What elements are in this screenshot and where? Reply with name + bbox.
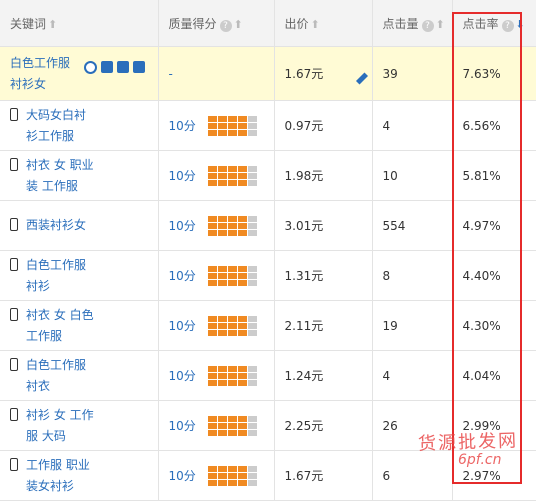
help-icon[interactable]: ?	[501, 19, 514, 32]
clicks-value: 19	[372, 300, 453, 351]
mobile-icon	[10, 307, 18, 321]
header-price[interactable]: 出价 ⬆	[274, 0, 373, 47]
keyword-link[interactable]: 大码女白衬衫工作服	[10, 105, 158, 147]
quality-score: 10分	[168, 369, 196, 383]
ctr-value: 6.56%	[452, 100, 536, 151]
mobile-icon	[10, 218, 18, 231]
mobile-icon	[10, 407, 18, 421]
quality-score: 10分	[168, 469, 196, 483]
keyword-link[interactable]: 衬衣 女 职业装 工作服	[10, 155, 158, 197]
device-icon[interactable]	[101, 61, 113, 73]
sort-arrow-icon[interactable]: ⬆	[311, 18, 320, 31]
clicks-value: 8	[372, 250, 453, 301]
quality-score: 10分	[168, 269, 196, 283]
clicks-value: 554	[372, 200, 453, 251]
keyword-link[interactable]: 西装衬衫女	[10, 215, 158, 236]
quality-score: 10分	[168, 319, 196, 333]
bid-price[interactable]: 1.31元	[274, 250, 373, 301]
bid-price[interactable]: 2.25元	[274, 400, 373, 451]
bid-price[interactable]: 3.01元	[274, 200, 373, 251]
ctr-value: 4.40%	[452, 250, 536, 301]
ctr-value: 4.04%	[452, 350, 536, 401]
quality-score: -	[168, 66, 173, 81]
table-row: 衬衣 女 职业装 工作服 10分 1.98元 10 5.81%	[0, 150, 536, 201]
sort-arrow-icon[interactable]: ⬆	[436, 18, 445, 31]
quality-bars	[207, 165, 257, 186]
keyword-link[interactable]: 白色工作服衬衣	[10, 355, 158, 397]
bid-price[interactable]: 1.67元	[274, 450, 373, 501]
table-row: 西装衬衫女 10分 3.01元 554 4.97%	[0, 200, 536, 251]
quality-bars	[207, 465, 257, 486]
quality-score: 10分	[168, 219, 196, 233]
mobile-icon	[10, 107, 18, 121]
quality-bars	[207, 115, 257, 136]
quality-bars	[207, 315, 257, 336]
quality-bars	[207, 265, 257, 286]
sort-arrow-icon[interactable]: ⬆	[48, 18, 57, 31]
trend-chart-icon[interactable]	[117, 61, 129, 73]
help-icon[interactable]: ?	[421, 19, 434, 32]
mobile-icon	[10, 157, 18, 171]
keyword-table: 关键词 ⬆ 质量得分? ⬆ 出价 ⬆ 点击量? ⬆ 点击率? ⬇ 白色工作服衬衫女 -1.6…	[0, 0, 536, 501]
sort-arrow-icon[interactable]: ⬆	[234, 18, 243, 31]
mobile-icon	[10, 257, 18, 271]
clicks-value: 6	[372, 450, 453, 501]
bid-price[interactable]: 1.98元	[274, 150, 373, 201]
table-header: 关键词 ⬆ 质量得分? ⬆ 出价 ⬆ 点击量? ⬆ 点击率? ⬇	[0, 0, 536, 47]
table-row: 工作服 职业装女衬衫 10分 1.67元 6 2.97%	[0, 450, 536, 501]
header-keyword[interactable]: 关键词 ⬆	[0, 0, 159, 47]
mobile-icon	[10, 457, 18, 471]
keyword-link[interactable]: 工作服 职业装女衬衫	[10, 455, 158, 497]
bid-price[interactable]: 1.24元	[274, 350, 373, 401]
quality-bars	[207, 365, 257, 386]
clicks-value: 39	[372, 46, 453, 101]
bid-price[interactable]: 2.11元	[274, 300, 373, 351]
globe-icon[interactable]	[84, 61, 97, 74]
ctr-value: 5.81%	[452, 150, 536, 201]
watermark-domain: 6pf.cn	[458, 452, 502, 468]
header-clicks[interactable]: 点击量? ⬆	[372, 0, 453, 47]
clicks-value: 4	[372, 100, 453, 151]
mobile-icon	[10, 357, 18, 371]
quality-bars	[207, 415, 257, 436]
quality-bars	[207, 215, 257, 236]
table-row: 白色工作服衬衣 10分 1.24元 4 4.04%	[0, 350, 536, 401]
keyword-link[interactable]: 衬衫 女 工作服 大码	[10, 405, 158, 447]
ctr-value: 7.63%	[452, 46, 536, 101]
sort-arrow-icon[interactable]: ⬇	[516, 18, 525, 31]
quality-score: 10分	[168, 169, 196, 183]
keyword-link[interactable]: 白色工作服衬衫	[10, 255, 158, 297]
table-row: 白色工作服衬衫 10分 1.31元 8 4.40%	[0, 250, 536, 301]
header-quality[interactable]: 质量得分? ⬆	[158, 0, 275, 47]
ctr-value: 4.30%	[452, 300, 536, 351]
table-row: 衬衣 女 白色 工作服 10分 2.11元 19 4.30%	[0, 300, 536, 351]
help-icon[interactable]: ?	[219, 19, 232, 32]
bid-price[interactable]: 1.67元	[274, 46, 373, 101]
keyword-link[interactable]: 衬衣 女 白色 工作服	[10, 305, 158, 347]
table-row: 大码女白衬衫工作服 10分 0.97元 4 6.56%	[0, 100, 536, 151]
table-row: 白色工作服衬衫女 -1.67元 39 7.63%	[0, 46, 536, 101]
keyword-action-icons	[84, 61, 145, 74]
ctr-value: 4.97%	[452, 200, 536, 251]
header-ctr[interactable]: 点击率? ⬇	[452, 0, 536, 47]
quality-score: 10分	[168, 419, 196, 433]
quality-score: 10分	[168, 119, 196, 133]
clicks-value: 10	[372, 150, 453, 201]
delete-icon[interactable]	[133, 61, 145, 73]
bid-price[interactable]: 0.97元	[274, 100, 373, 151]
clicks-value: 4	[372, 350, 453, 401]
